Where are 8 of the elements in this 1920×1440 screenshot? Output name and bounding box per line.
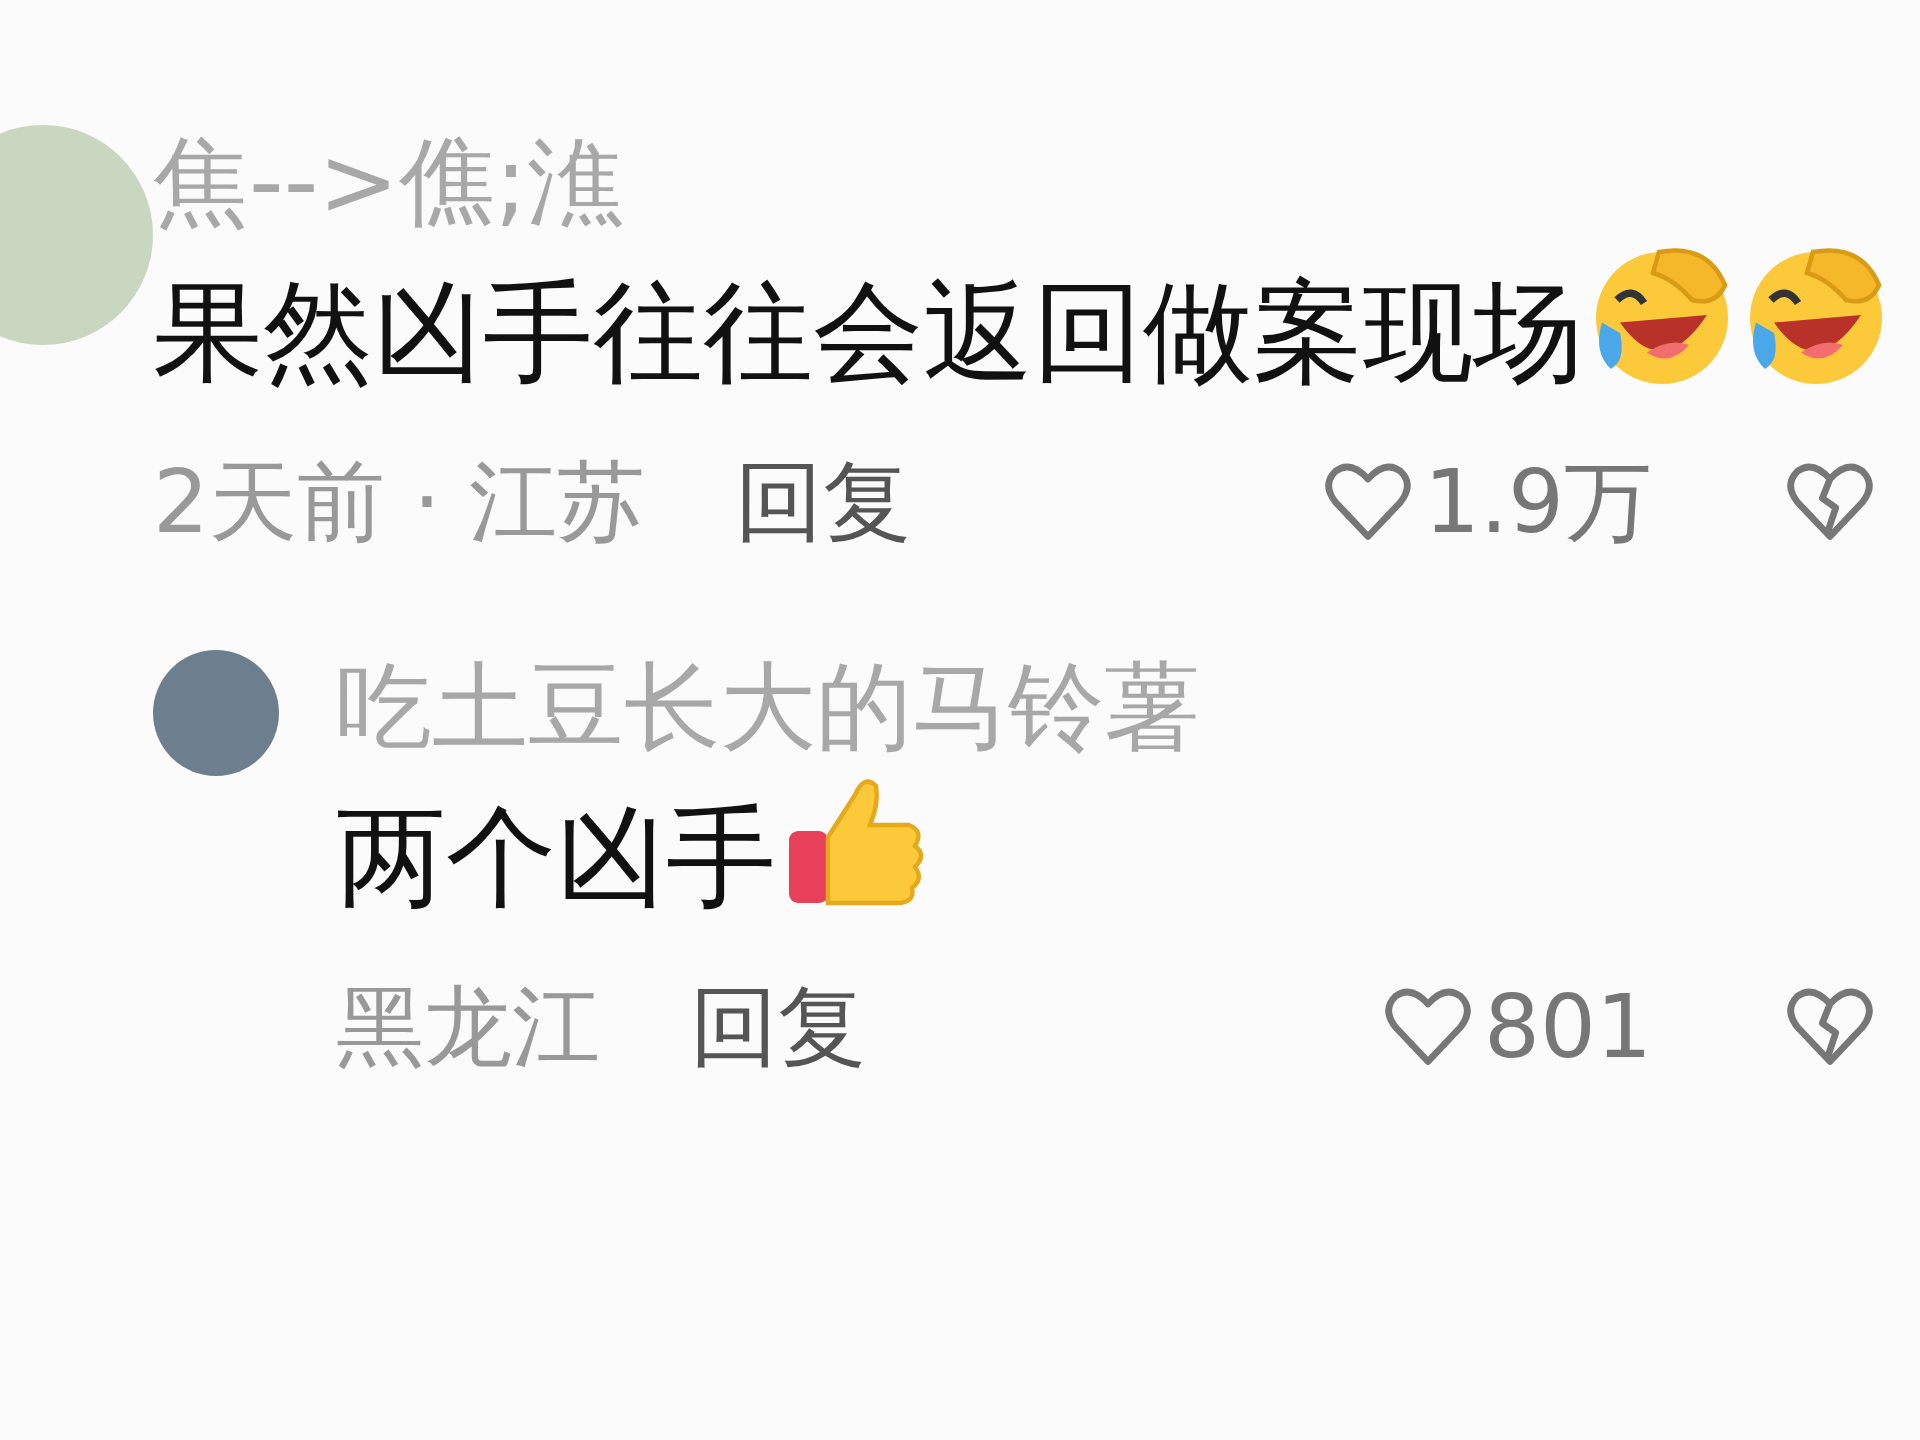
like-count: 1.9万 [1424, 449, 1652, 556]
comment-meta: 2天前 · 江苏 [153, 449, 645, 556]
like-count: 801 [1484, 973, 1652, 1080]
comment-text: 两个凶手 [336, 792, 776, 921]
comment-meta: 黑龙江 [336, 973, 600, 1080]
comment-text: 果然凶手往往会返回做案现场 [153, 268, 1583, 397]
reply-button[interactable]: 回复 [734, 445, 911, 560]
reply-button[interactable]: 回复 [690, 969, 866, 1085]
